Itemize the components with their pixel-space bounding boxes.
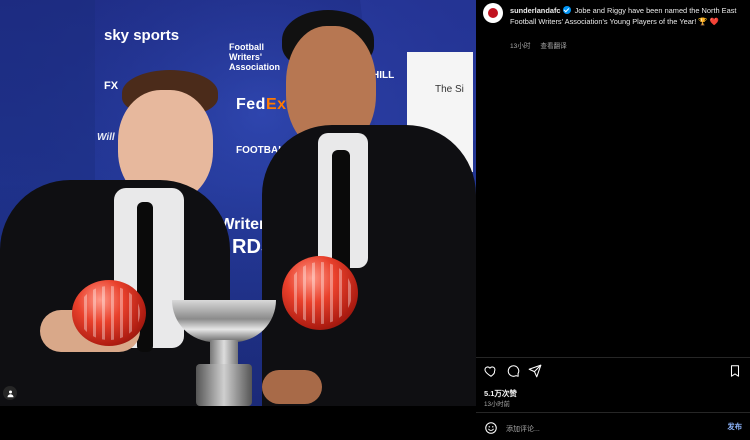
glass-ball-right [282, 256, 358, 330]
verified-icon [562, 6, 571, 14]
username[interactable]: sunderlandafc [510, 6, 561, 15]
action-bar [484, 364, 742, 380]
post-image[interactable]: sky sports Football Writers' Association… [0, 0, 476, 406]
profile-avatar[interactable] [483, 3, 503, 23]
post-viewer: sky sports Football Writers' Association… [0, 0, 750, 438]
comment-input[interactable] [506, 423, 696, 435]
post-time: 13小时 [510, 43, 531, 50]
media-bottom-spacer [0, 406, 476, 438]
likes-count[interactable]: 5.1万次赞 [484, 388, 517, 399]
glass-ball-left [72, 280, 146, 346]
comment-button[interactable] [506, 364, 520, 378]
divider-top [476, 357, 750, 358]
translate-link[interactable]: 查看翻译 [540, 43, 566, 50]
heart-icon [484, 366, 496, 377]
trophy-base [196, 364, 252, 406]
post-caption: sunderlandafc Jobe and Riggy have been n… [510, 5, 740, 27]
post-sidebar: sunderlandafc Jobe and Riggy have been n… [476, 0, 750, 438]
emoji-icon [485, 422, 497, 434]
emoji-button[interactable] [484, 421, 498, 435]
post-comment-button[interactable]: 发布 [727, 422, 742, 432]
person-right [252, 10, 476, 406]
user-icon [7, 390, 13, 397]
comment-bar: 发布 [484, 421, 742, 435]
club-crest-icon [486, 6, 500, 20]
post-timestamp: 13小时前 [484, 401, 510, 408]
bookmark-icon [730, 365, 740, 377]
post-meta: 13小时 查看翻译 [510, 40, 567, 50]
comment-icon [507, 365, 520, 377]
trophy-cup [172, 300, 276, 342]
divider-bottom [476, 412, 750, 413]
trophy [172, 300, 276, 406]
save-button[interactable] [728, 364, 742, 378]
trophy-stem [210, 340, 238, 366]
send-icon [528, 364, 542, 378]
sky-sports-logo: sky sports [104, 27, 180, 44]
share-button[interactable] [528, 364, 542, 378]
like-button[interactable] [484, 364, 498, 378]
tagged-user-icon[interactable] [3, 386, 17, 400]
